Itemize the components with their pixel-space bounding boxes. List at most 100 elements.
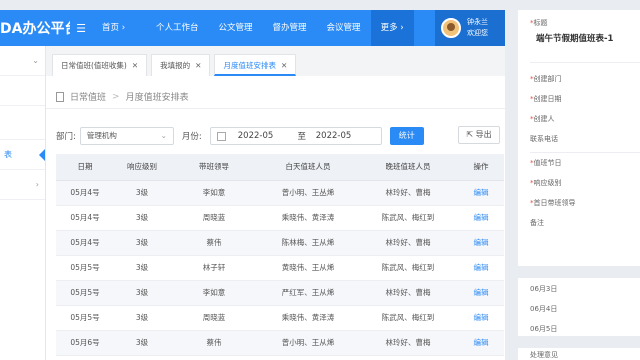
title-field-label: *标题 [530, 19, 548, 27]
cell-leader: 李如意 [170, 180, 258, 206]
cell-edit[interactable]: 编辑 [458, 205, 504, 231]
dept-select[interactable]: 管理机构 ⌄ [79, 127, 174, 145]
nav-more[interactable]: 更多 › [370, 10, 414, 46]
cell-date: 05月4号 [56, 230, 114, 256]
cell-edit[interactable]: 编辑 [458, 180, 504, 206]
close-icon[interactable]: ✕ [132, 61, 138, 70]
field-label: 创建部门 [533, 75, 562, 83]
cell-leader: 蔡伟 [170, 330, 258, 356]
cell-level: 3级 [114, 305, 170, 331]
cell-night-staff: 陈武风、梅红到 [358, 305, 458, 331]
cell-edit[interactable]: 编辑 [458, 305, 504, 331]
field-label: 联系电话 [530, 135, 558, 143]
field-first-leader[interactable]: *首日带班领导 [530, 198, 576, 208]
close-icon[interactable]: ✕ [281, 61, 287, 70]
cell-level: 3级 [114, 280, 170, 306]
top-nav-bar: DA办公平台 ☰ 首页 › 个人工作台 公文管理 督办管理 会议管理 更多 › … [0, 10, 505, 46]
tab-my-reports[interactable]: 我填报的 ✕ [151, 54, 211, 76]
chevron-down-icon: ⌄ [160, 131, 167, 140]
cell-leader: 蔡伟 [170, 230, 258, 256]
month-label: 月份: [181, 132, 202, 142]
user-menu[interactable]: 钟永兰 欢迎您 [435, 10, 505, 46]
cell-leader: 周晓蓝 [170, 305, 258, 331]
cell-day-staff: 曾小明、王从烯 [258, 330, 358, 356]
divider [530, 152, 640, 153]
col-actions: 操作 [458, 154, 504, 181]
cell-night-staff: 林玲好、曹梅 [358, 280, 458, 306]
nav-workbench[interactable]: 个人工作台 [146, 10, 209, 46]
field-created-dept[interactable]: *创建部门 [530, 74, 562, 84]
table-row: 05月5号 3级 林子轩 黄晓伟、王从烯 陈武风、梅红到 编辑 [56, 255, 504, 281]
tab-monthly-schedule[interactable]: 月度值班安排表 ✕ [214, 54, 297, 76]
field-holiday[interactable]: *值班节日 [530, 158, 562, 168]
form-title-value[interactable]: 端午节假期值班表-1 [536, 32, 613, 44]
col-date: 日期 [56, 154, 114, 181]
table-header-row: 日期 响应级别 带班领导 白天值班人员 晚班值班人员 操作 [56, 154, 504, 181]
cell-day-staff: 黄晓伟、王从烯 [258, 255, 358, 281]
table-row: 05月4号 3级 周晓蓝 乘晓伟、黄泽涛 陈武风、梅红到 编辑 [56, 205, 504, 231]
oa-app-window: DA办公平台 ☰ 首页 › 个人工作台 公文管理 督办管理 会议管理 更多 › … [0, 10, 505, 360]
sidebar-spacer [0, 106, 45, 140]
filter-bar: 部门: 管理机构 ⌄ 月份: 2022-05 至 2022-05 统计 ⇱ 导出 [56, 126, 504, 146]
calendar-icon [216, 131, 226, 141]
stats-button[interactable]: 统计 [389, 127, 424, 145]
cell-night-staff: 林玲好、曹梅 [358, 330, 458, 356]
table-row: 05月4号 3级 蔡伟 陈林梅、王从烯 林玲好、曹梅 编辑 [56, 230, 504, 256]
field-label: 备注 [530, 219, 544, 227]
footer-label: 处理意见 [530, 351, 558, 359]
table-row: 05月5号 3级 李如意 严红军、王从烯 林玲好、曹梅 编辑 [56, 280, 504, 306]
sidebar-item-3[interactable]: › [0, 170, 45, 200]
user-info: 钟永兰 欢迎您 [467, 17, 488, 39]
cell-leader: 林子轩 [170, 255, 258, 281]
field-phone[interactable]: 联系电话 [530, 134, 558, 144]
cell-level: 3级 [114, 230, 170, 256]
cell-edit[interactable]: 编辑 [458, 330, 504, 356]
field-response-level[interactable]: *响应级别 [530, 178, 562, 188]
breadcrumb-root[interactable]: 日常值班 [70, 90, 106, 103]
main-content: 日常值班 > 月度值班安排表 部门: 管理机构 ⌄ 月份: 2022-05 至 … [46, 76, 505, 360]
divider [530, 62, 640, 63]
nav-home[interactable]: 首页 › [92, 10, 146, 46]
date-row-3: 06月5日 [530, 325, 558, 333]
sidebar-item-duty-table[interactable]: 表 [0, 140, 45, 170]
nav-documents[interactable]: 公文管理 [209, 10, 263, 46]
col-night-staff: 晚班值班人员 [358, 154, 458, 181]
cell-date: 05月5号 [56, 255, 114, 281]
tab-duty-collect[interactable]: 日常值班(值班收集) ✕ [52, 54, 148, 76]
dept-select-value: 管理机构 [86, 131, 117, 140]
chevron-right-icon: › [35, 180, 39, 189]
close-icon[interactable]: ✕ [195, 61, 201, 70]
sidebar-item-2[interactable] [0, 76, 45, 106]
col-leader: 带班领导 [170, 154, 258, 181]
export-button[interactable]: ⇱ 导出 [458, 126, 500, 144]
field-remarks[interactable]: 备注 [530, 218, 544, 228]
cell-date: 05月5号 [56, 280, 114, 306]
tab-label: 日常值班(值班收集) [61, 61, 127, 70]
cell-leader: 李如意 [170, 280, 258, 306]
cell-edit[interactable]: 编辑 [458, 230, 504, 256]
month-range-picker[interactable]: 2022-05 至 2022-05 [209, 127, 382, 145]
sidebar-item-1[interactable]: ⌄ [0, 46, 45, 76]
month-from[interactable]: 2022-05 [238, 131, 288, 141]
cell-night-staff: 陈武风、梅红到 [358, 255, 458, 281]
cell-day-staff: 乘晓伟、黄泽涛 [258, 205, 358, 231]
field-created-date[interactable]: *创建日期 [530, 94, 562, 104]
section-gap [518, 266, 640, 278]
month-to[interactable]: 2022-05 [316, 131, 352, 141]
app-logo-title: DA办公平台 [0, 21, 70, 37]
export-label: 导出 [475, 130, 492, 139]
table-row: 05月4号 3级 李如意 曾小明、王丛烯 林玲好、曹梅 编辑 [56, 180, 504, 206]
cell-level: 3级 [114, 330, 170, 356]
cell-level: 3级 [114, 205, 170, 231]
nav-home-label: 首页 [102, 23, 120, 33]
nav-supervision[interactable]: 督办管理 [263, 10, 317, 46]
nav-meetings[interactable]: 会议管理 [317, 10, 371, 46]
menu-toggle-icon[interactable]: ☰ [70, 22, 92, 35]
cell-level: 3级 [114, 255, 170, 281]
field-creator[interactable]: *创建人 [530, 114, 555, 124]
tab-label: 月度值班安排表 [223, 61, 276, 70]
cell-edit[interactable]: 编辑 [458, 280, 504, 306]
cell-date: 05月5号 [56, 305, 114, 331]
cell-edit[interactable]: 编辑 [458, 255, 504, 281]
field-label: 创建人 [533, 115, 555, 123]
